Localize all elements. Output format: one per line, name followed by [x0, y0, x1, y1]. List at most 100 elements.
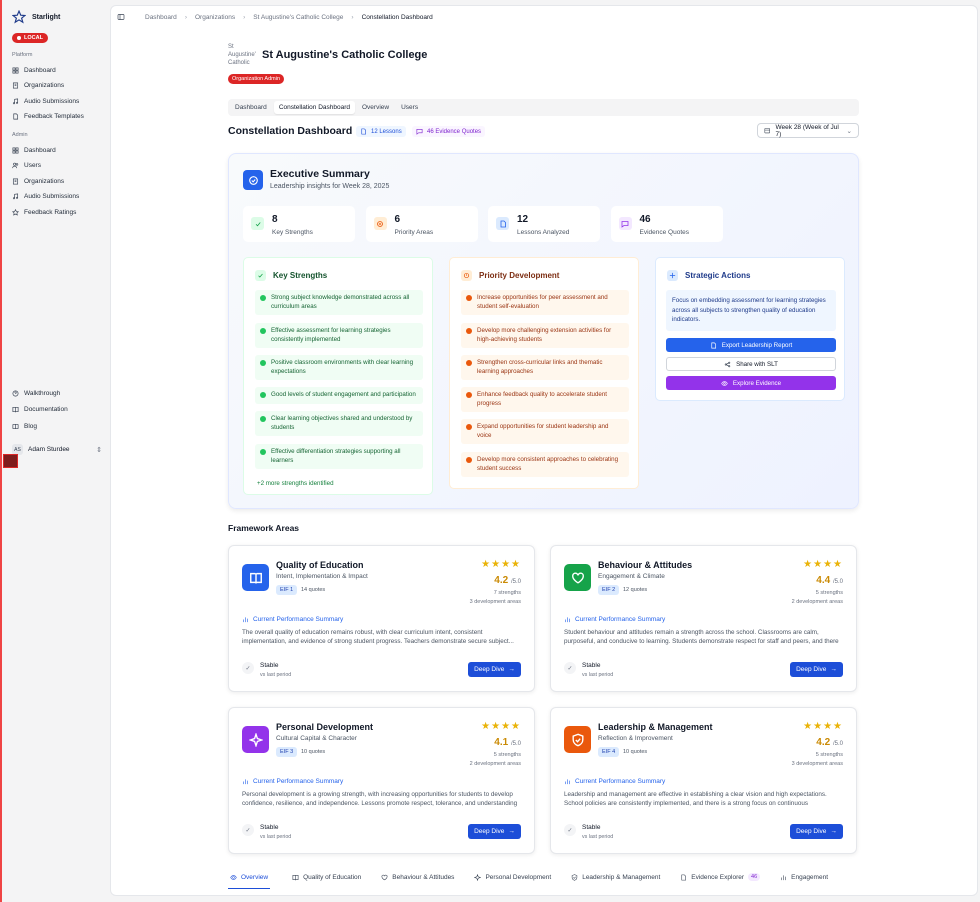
sidebar-toggle-icon[interactable] [117, 13, 125, 21]
tab-label: Evidence Explorer [691, 873, 745, 881]
check-circle-icon [255, 270, 266, 281]
book-icon [242, 564, 269, 591]
breadcrumb-item[interactable]: St Augustine's Catholic College [253, 14, 343, 21]
book-icon [292, 874, 299, 880]
tab-leadership-management[interactable]: Leadership & Management [569, 871, 668, 883]
stat-value: 8 [272, 214, 278, 225]
sidebar-item-audio-submissions[interactable]: Audio Submissions [12, 96, 79, 106]
message-icon [416, 129, 423, 135]
tab-evidence-explorer[interactable]: Evidence Explorer 46 [678, 871, 768, 883]
quotes-chip-label: 46 Evidence Quotes [427, 128, 482, 135]
summary-heading: Current Performance Summary [242, 616, 343, 623]
tab-quality-of-education[interactable]: Quality of Education [290, 871, 369, 883]
summary-label: Current Performance Summary [253, 778, 344, 785]
env-badge-label: LOCAL [24, 35, 43, 41]
user-menu[interactable]: AS Adam Sturdee ⇕ [12, 444, 102, 455]
executive-summary: Executive Summary Leadership insights fo… [228, 153, 859, 509]
stat-label: Evidence Quotes [639, 229, 690, 236]
list-item: Increase opportunities for peer assessme… [461, 290, 629, 315]
sidebar-item-feedback-ratings[interactable]: Feedback Ratings [12, 207, 76, 217]
sidebar-item-documentation[interactable]: Documentation [12, 405, 68, 415]
stat-card: 6 Priority Areas [365, 206, 478, 242]
alert-icon [373, 217, 387, 230]
list-item-text: Develop more consistent approaches to ce… [477, 456, 619, 472]
tab-users[interactable]: Users [396, 101, 423, 114]
list-item: Develop more challenging extension activ… [461, 323, 629, 348]
list-item: Good levels of student engagement and pa… [255, 387, 423, 404]
tab-dashboard[interactable]: Dashboard [230, 101, 272, 114]
sidebar-item-organizations[interactable]: Organizations [12, 81, 64, 91]
deep-dive-button[interactable]: Deep Dive → [790, 824, 843, 839]
tab-constellation-dashboard[interactable]: Constellation Dashboard [273, 101, 355, 114]
trend-icon: ✓ [564, 662, 576, 674]
tab-engagement[interactable]: Engagement [778, 871, 836, 883]
deep-dive-button[interactable]: Deep Dive → [468, 662, 521, 677]
brand[interactable]: Starlight [12, 10, 60, 24]
sidebar-item-blog[interactable]: Blog [12, 421, 37, 431]
target-icon [243, 170, 263, 190]
framework-card[interactable]: Leadership & Management Reflection & Impr… [550, 707, 857, 854]
tab-overview[interactable]: Overview [228, 871, 276, 889]
export-report-button[interactable]: Export Leadership Report [666, 338, 836, 352]
summary-text: Student behaviour and attitudes remain a… [564, 629, 839, 645]
priority-panel: Priority Development Increase opportunit… [449, 257, 639, 489]
lessons-chip: 12 Lessons [356, 126, 406, 137]
tab-personal-development[interactable]: Personal Development [472, 871, 559, 883]
dev-tools-badge[interactable] [3, 454, 18, 468]
file-icon [496, 217, 509, 230]
breadcrumb-item[interactable]: Dashboard [145, 14, 177, 21]
share-slt-button[interactable]: Share with SLT [666, 357, 836, 371]
panel-title: Key Strengths [273, 271, 328, 280]
bullet-icon [466, 392, 472, 398]
sidebar-item-label: Organizations [24, 82, 65, 89]
explore-evidence-button[interactable]: Explore Evidence [666, 376, 836, 390]
card-subtitle: Reflection & Improvement [598, 735, 673, 742]
rating-stars: ★★★★ [803, 559, 843, 570]
trend-icon: ✓ [242, 662, 254, 674]
export-label: Export Leadership Report [721, 341, 793, 349]
eye-icon [230, 874, 237, 880]
score-max: /5.0 [510, 741, 521, 747]
chart-icon [781, 874, 787, 880]
more-strengths-link[interactable]: +2 more strengths identified [257, 480, 334, 487]
sidebar-item-dashboard[interactable]: Dashboard [12, 145, 56, 155]
book-open-icon [12, 423, 19, 429]
summary-heading: Current Performance Summary [242, 778, 343, 785]
score-value: 4.1 [494, 737, 509, 748]
sparkle-icon [242, 726, 269, 753]
sidebar-item-label: Organizations [24, 177, 65, 185]
building-icon [12, 82, 19, 89]
week-selector[interactable]: Week 28 (Week of Jul 7) ⌄ [757, 123, 859, 138]
breadcrumb-item[interactable]: Organizations [195, 14, 235, 21]
sparkle-icon [667, 270, 678, 281]
tab-behaviour-attitudes[interactable]: Behaviour & Attitudes [379, 871, 462, 883]
framework-card[interactable]: Quality of Education Intent, Implementati… [228, 545, 535, 692]
bullet-icon [260, 416, 266, 422]
users-icon [12, 162, 19, 169]
heart-icon [564, 564, 591, 591]
stat-card: 46 Evidence Quotes [610, 206, 723, 242]
sidebar-item-walkthrough[interactable]: Walkthrough [12, 388, 60, 398]
sidebar-item-users[interactable]: Users [12, 161, 41, 171]
sidebar-item-organizations[interactable]: Organizations [12, 176, 64, 186]
bullet-icon [260, 360, 266, 366]
tab-overview[interactable]: Overview [357, 101, 394, 114]
sidebar-item-dashboard[interactable]: Dashboard [12, 65, 56, 75]
framework-card[interactable]: Personal Development Cultural Capital & C… [228, 707, 535, 854]
deep-dive-button[interactable]: Deep Dive → [790, 662, 843, 677]
tab-label: Behaviour & Attitudes [392, 873, 455, 881]
bullet-icon [260, 295, 266, 301]
stat-value: 6 [394, 214, 401, 225]
calendar-icon [764, 128, 770, 134]
sidebar-item-audio-submissions[interactable]: Audio Submissions [12, 192, 79, 202]
framework-card[interactable]: Behaviour & Attitudes Engagement & Climat… [550, 545, 857, 692]
bullet-icon [260, 449, 266, 455]
list-item-text: Strong subject knowledge demonstrated ac… [271, 294, 410, 310]
user-name: Adam Sturdee [28, 446, 70, 453]
music-icon [12, 97, 19, 104]
sidebar-item-feedback-templates[interactable]: Feedback Templates [12, 112, 84, 122]
exec-title: Executive Summary [270, 168, 370, 180]
share-icon [724, 361, 731, 367]
key-strengths-panel: Key Strengths Strong subject knowledge d… [243, 257, 433, 495]
deep-dive-button[interactable]: Deep Dive → [468, 824, 521, 839]
